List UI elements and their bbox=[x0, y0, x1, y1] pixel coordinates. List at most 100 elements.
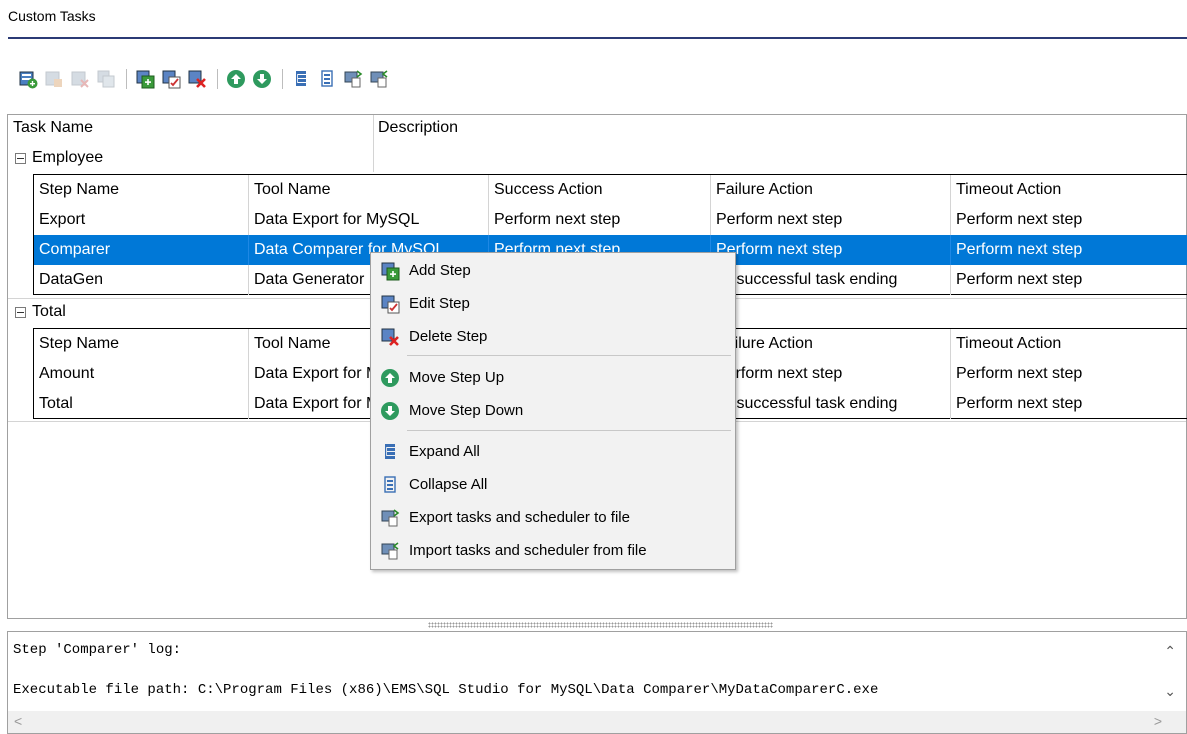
timeout-action-cell: Perform next step bbox=[956, 241, 1083, 258]
export-icon bbox=[344, 70, 363, 88]
timeout-action-cell: Perform next step bbox=[956, 365, 1083, 382]
horizontal-scrollbar[interactable]: < > bbox=[8, 711, 1186, 733]
column-header-timeout-action[interactable]: Timeout Action bbox=[951, 329, 1187, 359]
context-menu: Add Step Edit Step Delete Step Move Step… bbox=[370, 252, 736, 570]
import-icon bbox=[370, 70, 388, 88]
edit-task-button[interactable] bbox=[42, 67, 66, 91]
move-up-button[interactable] bbox=[224, 67, 248, 91]
add-step-icon bbox=[381, 262, 400, 280]
menu-item-collapse-all[interactable]: Collapse All bbox=[373, 469, 733, 500]
move-down-button[interactable] bbox=[250, 67, 274, 91]
log-line: Step 'Comparer' log: bbox=[13, 642, 182, 658]
collapse-all-icon bbox=[321, 70, 333, 87]
menu-item-import-tasks[interactable]: Import tasks and scheduler from file bbox=[373, 535, 733, 566]
failure-action-cell: Perform next step bbox=[711, 359, 951, 389]
task-group-name: Employee bbox=[32, 149, 104, 166]
scroll-down-icon[interactable]: ⌄ bbox=[1164, 684, 1176, 701]
failure-action-cell: Perform next step bbox=[711, 205, 951, 235]
tool-name-cell: Data Export for MySQL bbox=[249, 205, 489, 235]
scroll-left-icon[interactable]: < bbox=[14, 713, 22, 729]
column-divider bbox=[373, 115, 374, 172]
step-log-panel[interactable]: Step 'Comparer' log: Executable file pat… bbox=[7, 631, 1187, 734]
task-group-row[interactable]: Employee bbox=[8, 143, 103, 173]
collapse-all-button[interactable] bbox=[315, 67, 339, 91]
add-task-button[interactable] bbox=[16, 67, 40, 91]
menu-item-label: Delete Step bbox=[409, 328, 488, 345]
add-task-icon bbox=[19, 71, 38, 89]
title-divider bbox=[8, 37, 1187, 39]
add-step-button[interactable] bbox=[133, 67, 157, 91]
column-header-timeout-action[interactable]: Timeout Action bbox=[951, 175, 1187, 205]
move-up-icon bbox=[227, 70, 245, 88]
menu-item-label: Collapse All bbox=[409, 476, 488, 493]
collapse-all-icon bbox=[384, 475, 396, 493]
column-header-description[interactable]: Description bbox=[378, 119, 458, 137]
expand-all-icon bbox=[296, 71, 306, 86]
menu-item-label: Import tasks and scheduler from file bbox=[409, 542, 647, 559]
edit-task-icon bbox=[45, 71, 62, 87]
delete-step-icon bbox=[188, 70, 206, 88]
column-header-tool-name[interactable]: Tool Name bbox=[249, 175, 489, 205]
failure-action-cell: Unsuccessful task ending bbox=[711, 265, 951, 295]
move-down-icon bbox=[253, 70, 271, 88]
collapse-toggle-icon[interactable] bbox=[15, 306, 26, 318]
menu-item-move-step-down[interactable]: Move Step Down bbox=[373, 395, 733, 426]
delete-step-icon bbox=[381, 328, 399, 346]
menu-item-add-step[interactable]: Add Step bbox=[373, 255, 733, 286]
menu-item-delete-step[interactable]: Delete Step bbox=[373, 321, 733, 352]
menu-separator bbox=[407, 355, 731, 356]
menu-item-label: Move Step Up bbox=[409, 369, 505, 386]
step-name-cell: Amount bbox=[34, 359, 249, 389]
duplicate-task-icon bbox=[97, 70, 115, 88]
edit-step-icon bbox=[381, 295, 400, 313]
expand-all-button[interactable] bbox=[289, 67, 313, 91]
add-step-icon bbox=[136, 70, 155, 89]
menu-item-move-step-up[interactable]: Move Step Up bbox=[373, 362, 733, 393]
menu-separator bbox=[407, 430, 731, 431]
splitter-handle[interactable] bbox=[428, 622, 773, 628]
menu-item-edit-step[interactable]: Edit Step bbox=[373, 288, 733, 319]
column-header-task-name[interactable]: Task Name bbox=[13, 119, 93, 137]
success-action-cell: Perform next step bbox=[489, 205, 711, 235]
expand-all-icon bbox=[385, 443, 395, 459]
collapse-toggle-icon[interactable] bbox=[15, 152, 26, 164]
timeout-action-cell: Perform next step bbox=[956, 271, 1083, 288]
move-down-icon bbox=[381, 401, 399, 420]
menu-item-expand-all[interactable]: Expand All bbox=[373, 436, 733, 467]
window-title: Custom Tasks bbox=[8, 8, 96, 24]
step-name-cell: Export bbox=[34, 205, 249, 235]
import-icon bbox=[381, 541, 399, 559]
column-header-step-name[interactable]: Step Name bbox=[34, 175, 249, 205]
menu-item-label: Expand All bbox=[409, 443, 480, 460]
menu-item-label: Move Step Down bbox=[409, 402, 524, 419]
toolbar bbox=[16, 66, 393, 92]
task-group-name: Total bbox=[32, 303, 66, 320]
column-header-success-action[interactable]: Success Action bbox=[489, 175, 711, 205]
column-header-failure-action[interactable]: Failure Action bbox=[711, 175, 951, 205]
toolbar-separator bbox=[126, 69, 127, 89]
column-header-step-name[interactable]: Step Name bbox=[34, 329, 249, 359]
delete-task-button[interactable] bbox=[68, 67, 92, 91]
delete-task-icon bbox=[71, 71, 89, 88]
failure-action-cell: Perform next step bbox=[711, 235, 951, 265]
edit-step-button[interactable] bbox=[159, 67, 183, 91]
timeout-action-cell: Perform next step bbox=[956, 211, 1083, 228]
scroll-right-icon[interactable]: > bbox=[1154, 713, 1162, 729]
timeout-action-cell: Perform next step bbox=[956, 395, 1083, 412]
table-row[interactable]: Export Data Export for MySQL Perform nex… bbox=[34, 205, 1187, 235]
menu-item-label: Edit Step bbox=[409, 295, 470, 312]
step-name-cell: Total bbox=[34, 389, 249, 419]
export-button[interactable] bbox=[341, 67, 365, 91]
delete-step-button[interactable] bbox=[185, 67, 209, 91]
task-group-row[interactable]: Total bbox=[8, 297, 66, 327]
edit-step-icon bbox=[162, 70, 181, 89]
menu-item-export-tasks[interactable]: Export tasks and scheduler to file bbox=[373, 502, 733, 533]
move-up-icon bbox=[381, 368, 399, 387]
scroll-up-icon[interactable]: ⌃ bbox=[1164, 644, 1176, 661]
log-line: Executable file path: C:\Program Files (… bbox=[13, 682, 879, 698]
import-button[interactable] bbox=[367, 67, 391, 91]
steps-header-row: Step Name Tool Name Success Action Failu… bbox=[34, 175, 1187, 205]
duplicate-task-button[interactable] bbox=[94, 67, 118, 91]
column-header-failure-action[interactable]: Failure Action bbox=[711, 329, 951, 359]
toolbar-separator bbox=[282, 69, 283, 89]
